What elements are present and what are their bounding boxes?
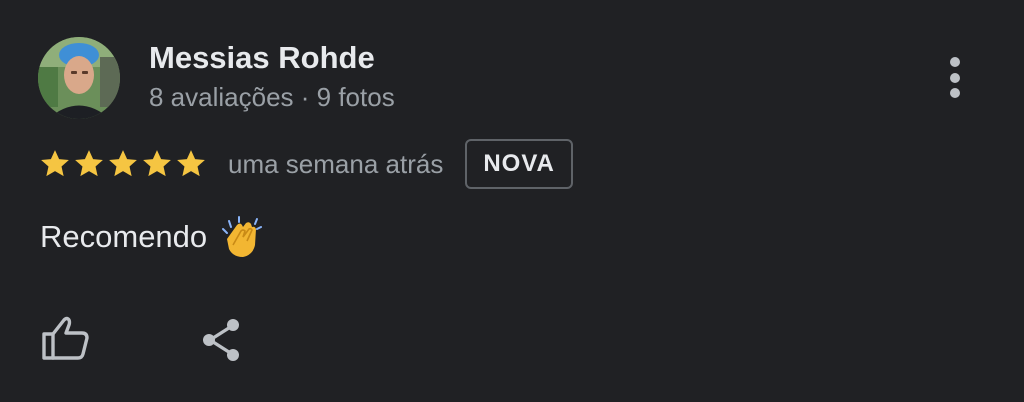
star-icon (41, 150, 69, 177)
new-badge: NOVA (465, 139, 573, 189)
author-meta: 8 avaliações · 9 fotos (149, 82, 395, 112)
star-icon (143, 150, 171, 177)
review-time: uma semana atrás (228, 148, 444, 179)
review-text-container: Recomendo (40, 213, 263, 261)
author-avatar[interactable] (38, 37, 120, 119)
review-text: Recomendo (40, 219, 208, 254)
share-button[interactable] (196, 312, 252, 368)
rating-row: uma semana atrás NOVA (38, 137, 573, 191)
more-vert-icon (950, 57, 960, 98)
star-icon (75, 150, 103, 177)
author-name[interactable]: Messias Rohde (149, 38, 375, 78)
share-icon (203, 319, 239, 361)
avatar-photo-icon (38, 37, 120, 119)
clapping-hands-emoji-icon (219, 215, 263, 259)
star-icon (177, 150, 205, 177)
thumbs-up-icon (42, 316, 89, 360)
more-options-button[interactable] (932, 52, 978, 104)
star-icon (109, 150, 137, 177)
review-card: Messias Rohde 8 avaliações · 9 fotos uma… (0, 0, 1024, 402)
like-button[interactable] (38, 312, 94, 368)
star-rating (38, 147, 208, 181)
